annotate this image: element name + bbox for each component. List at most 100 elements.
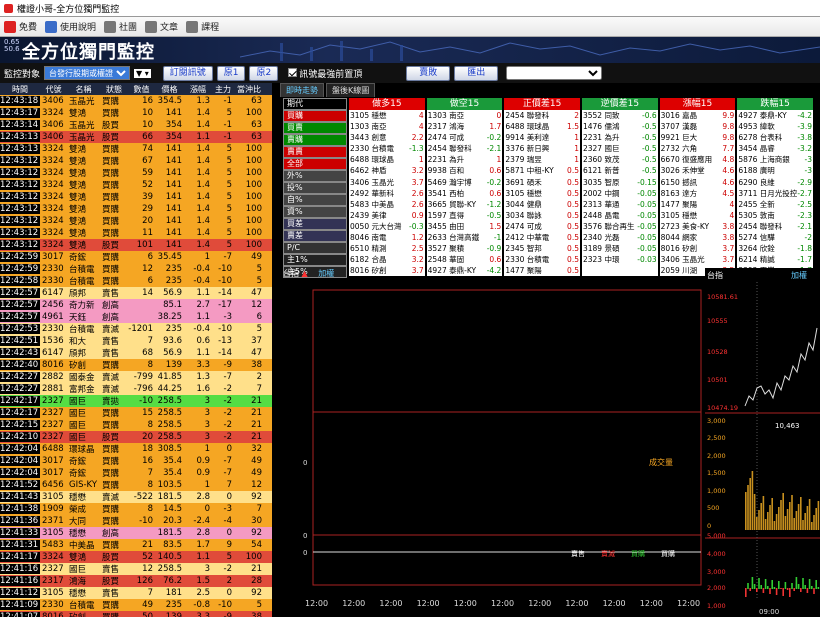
filter-button-13[interactable]: 主1% xyxy=(283,254,347,266)
rank-row[interactable]: 0050 元大台灣 -0.3 xyxy=(349,220,425,233)
rank-row[interactable]: 3376 新日興 1 xyxy=(504,143,580,155)
rank-row[interactable]: 3552 同致 -0.6 xyxy=(581,110,658,122)
rank-row[interactable]: 6510 精測 2.5 xyxy=(349,243,425,255)
rank-row[interactable]: 8163 達方 4.5 xyxy=(659,187,736,199)
filter-button-9[interactable]: 資% xyxy=(283,206,347,218)
table-row[interactable]: 12:43:17 3324 雙鴻 買購 10 141 1.4 5 100 xyxy=(0,107,272,119)
rank-row[interactable]: 2548 華固 0.6 xyxy=(426,254,503,266)
rank-row[interactable]: 3665 貿聯-KY -1.2 xyxy=(426,198,503,210)
table-row[interactable]: 12:43:18 3406 玉晶光 買購 16 354.5 1.3 -1 63 xyxy=(0,95,272,107)
column-header[interactable]: 價格 xyxy=(155,84,184,95)
rank-row[interactable]: 1303 南亞 4 xyxy=(349,121,425,133)
table-row[interactable]: 12:43:13 3406 玉晶光 股買 66 354 1.1 -1 63 xyxy=(0,131,272,143)
toolbar-item-3[interactable]: 文章 xyxy=(145,20,178,33)
rank-row[interactable]: 2439 美律 0.9 xyxy=(349,209,425,221)
rank-row[interactable]: 2231 為升 -0.5 xyxy=(581,132,658,144)
table-row[interactable]: 12:43:12 3324 雙鴻 買購 52 141 1.4 5 100 xyxy=(0,179,272,191)
rank-row[interactable]: 2379 瑞昱 1 xyxy=(504,154,580,166)
filter-button-12[interactable]: P/C xyxy=(283,242,347,254)
rank-row[interactable]: 4927 泰鼎-KY -4.2 xyxy=(737,110,813,122)
rank-row[interactable]: 3527 聚積 -0.9 xyxy=(426,243,503,255)
table-row[interactable]: 12:41:36 2371 大同 買購 -10 20.3 -2.4 -4 30 xyxy=(0,515,272,527)
table-row[interactable]: 12:42:57 4961 天鈺 創高 38.25 1.1 -3 6 xyxy=(0,311,272,323)
rank-row[interactable]: 3691 碩禾 0.5 xyxy=(504,176,580,188)
rank-row[interactable]: 2448 晶電 -0.05 xyxy=(581,209,658,221)
table-row[interactable]: 12:42:40 8016 矽創 買購 8 139 3.3 -9 38 xyxy=(0,359,272,371)
rank-row[interactable]: 2732 六角 7.7 xyxy=(659,143,736,155)
table-row[interactable]: 12:42:15 2327 國巨 買購 8 258.5 3 -2 21 xyxy=(0,419,272,431)
table-row[interactable]: 12:42:10 2327 國巨 股買 20 258.5 3 -2 21 xyxy=(0,431,272,443)
filter-button-0[interactable]: 期代 xyxy=(283,98,347,110)
rank-row[interactable]: 6121 新普 -0.5 xyxy=(581,165,658,177)
rank-row[interactable]: 2412 中華電 0.5 xyxy=(504,232,580,244)
export-button[interactable]: 匯出 xyxy=(454,65,499,81)
filter-button-7[interactable]: 投% xyxy=(283,182,347,194)
table-row[interactable]: 12:42:53 2330 台積電 賣滅 -1201 235 -0.4 -10 5 xyxy=(0,323,272,335)
column-header[interactable]: 主力 xyxy=(212,84,234,95)
toolbar-item-0[interactable]: 免費 xyxy=(4,20,37,33)
table-row[interactable]: 12:41:078016矽創買購 50 139 3.3 -9 38 xyxy=(0,611,272,617)
table-row[interactable]: 12:42:57 2456 奇力新 創高 85.1 2.7 -17 12 xyxy=(0,299,272,311)
table-row[interactable]: 12:41:09 2330 台積電 買購 49 235 -0.8 -10 5 xyxy=(0,599,272,611)
rank-row[interactable]: 6670 復盛應用 4.8 xyxy=(659,154,736,166)
rank-header[interactable]: 跌幅15 xyxy=(737,98,813,110)
rank-row[interactable]: 5469 瀚宇博 -0.2 xyxy=(426,176,503,188)
rank-row[interactable]: 2313 華通 -0.05 xyxy=(581,198,658,210)
rank-row[interactable]: 1477 聚陽 4 xyxy=(659,198,736,210)
rank-row[interactable]: 3406 玉晶光 3.7 xyxy=(349,176,425,188)
rank-row[interactable]: 2340 光磊 -0.05 xyxy=(581,232,658,244)
rank-row[interactable]: 2323 中環 -0.03 xyxy=(581,254,658,266)
rank-row[interactable]: 2454 聯發科 2 xyxy=(504,110,580,122)
rank-row[interactable]: 6182 合晶 3.2 xyxy=(349,254,425,266)
rank-row[interactable]: 2454 聯發科 -2.1 xyxy=(426,143,503,155)
filter-button-3[interactable]: 賣購 xyxy=(283,134,347,146)
filter-button-1[interactable]: 買購 xyxy=(283,110,347,122)
group2-button[interactable]: 原2 xyxy=(249,65,279,81)
rank-row[interactable]: 3443 創意 2.2 xyxy=(349,132,425,144)
rank-row[interactable]: 2317 鴻海 1.7 xyxy=(426,121,503,133)
table-row[interactable]: 12:41:38 1909 榮成 買購 8 14.5 0 -3 7 xyxy=(0,503,272,515)
filter-button-11[interactable]: 賣差 xyxy=(283,230,347,242)
rank-row[interactable]: 2330 台積電 -1.3 xyxy=(349,143,425,155)
table-row[interactable]: 12:43:14 3406 玉晶光 股買 10 354 1.4 -1 63 xyxy=(0,119,272,131)
rank-row[interactable]: 1476 儒鴻 -0.5 xyxy=(581,121,658,133)
rank-row[interactable]: 3034 聯詠 0.5 xyxy=(504,209,580,221)
toolbar-item-2[interactable]: 社團 xyxy=(104,20,137,33)
rank-row[interactable]: 6462 神盾 3.2 xyxy=(349,165,425,177)
extra-select[interactable] xyxy=(506,66,603,80)
table-row[interactable]: 12:42:17 2327 國巨 賣拋 -10 258.5 3 -2 21 xyxy=(0,395,272,407)
rank-row[interactable]: 2002 中鋼 -0.05 xyxy=(581,187,658,199)
table-row[interactable]: 12:41:43 3105 穩懋 賣滅 -522 181.5 2.8 0 92 xyxy=(0,491,272,503)
table-row[interactable]: 12:43:12 3324 雙鴻 買購 11 141 1.4 5 100 xyxy=(0,227,272,239)
rank-header[interactable]: 逆價差15 xyxy=(581,98,658,110)
rank-row[interactable]: 6278 台表科 -3.8 xyxy=(737,132,813,144)
column-header[interactable]: 名稱 xyxy=(67,84,100,95)
rank-row[interactable]: 3026 禾伸堂 4.6 xyxy=(659,165,736,177)
rank-row[interactable]: 8016 矽創 3.7 xyxy=(659,243,736,255)
table-row[interactable]: 12:43:12 3324 雙鴻 買購 20 141 1.4 5 100 xyxy=(0,215,272,227)
table-row[interactable]: 12:42:43 6147 頎邦 賣售 68 56.9 1.1 -14 47 xyxy=(0,347,272,359)
rank-row[interactable]: 6488 環球晶 1 xyxy=(349,154,425,166)
column-header[interactable]: 數值 xyxy=(128,84,155,95)
table-row[interactable]: 12:42:04 3017 奇鋐 買購 16 35.4 0.9 -7 49 xyxy=(0,455,272,467)
rank-row[interactable]: 5876 上海商銀 -3 xyxy=(737,154,813,166)
rank-header[interactable]: 做空15 xyxy=(426,98,503,110)
rank-row[interactable]: 3264 欣銓 -1.8 xyxy=(737,243,813,255)
rank-row[interactable]: 9914 美利達 1 xyxy=(504,132,580,144)
rank-row[interactable]: 5871 中租-KY 0.5 xyxy=(504,165,580,177)
rank-row[interactable]: 1303 南亞 0 xyxy=(426,110,503,122)
rank-header[interactable]: 正價差15 xyxy=(504,98,580,110)
tab-1[interactable]: 盤後K線圖 xyxy=(326,83,376,97)
rank-row[interactable]: 9938 百和 0.6 xyxy=(426,165,503,177)
table-row[interactable]: 12:41:31 5483 中美晶 買購 21 83.5 1.7 9 54 xyxy=(0,539,272,551)
rank-row[interactable]: 3541 西柏 0.6 xyxy=(426,187,503,199)
rank-row[interactable]: 5305 敦南 -2.3 xyxy=(737,209,813,221)
tab-0[interactable]: 即時走勢 xyxy=(280,83,324,97)
rank-row[interactable]: 3105 穩懋 4 xyxy=(659,209,736,221)
table-row[interactable]: 12:42:27 2881 富邦金 賣滅 -796 44.25 1.6 -2 7 xyxy=(0,383,272,395)
rank-row[interactable]: 3105 穩懋 0.5 xyxy=(504,187,580,199)
rank-row[interactable]: 3035 智原 -0.15 xyxy=(581,176,658,188)
signal-top-checkbox[interactable]: 訊號最強前置頂 xyxy=(288,67,362,80)
rank-row[interactable]: 2455 全新 -2.5 xyxy=(737,198,813,210)
rank-row[interactable]: 3454 晶睿 -3.2 xyxy=(737,143,813,155)
